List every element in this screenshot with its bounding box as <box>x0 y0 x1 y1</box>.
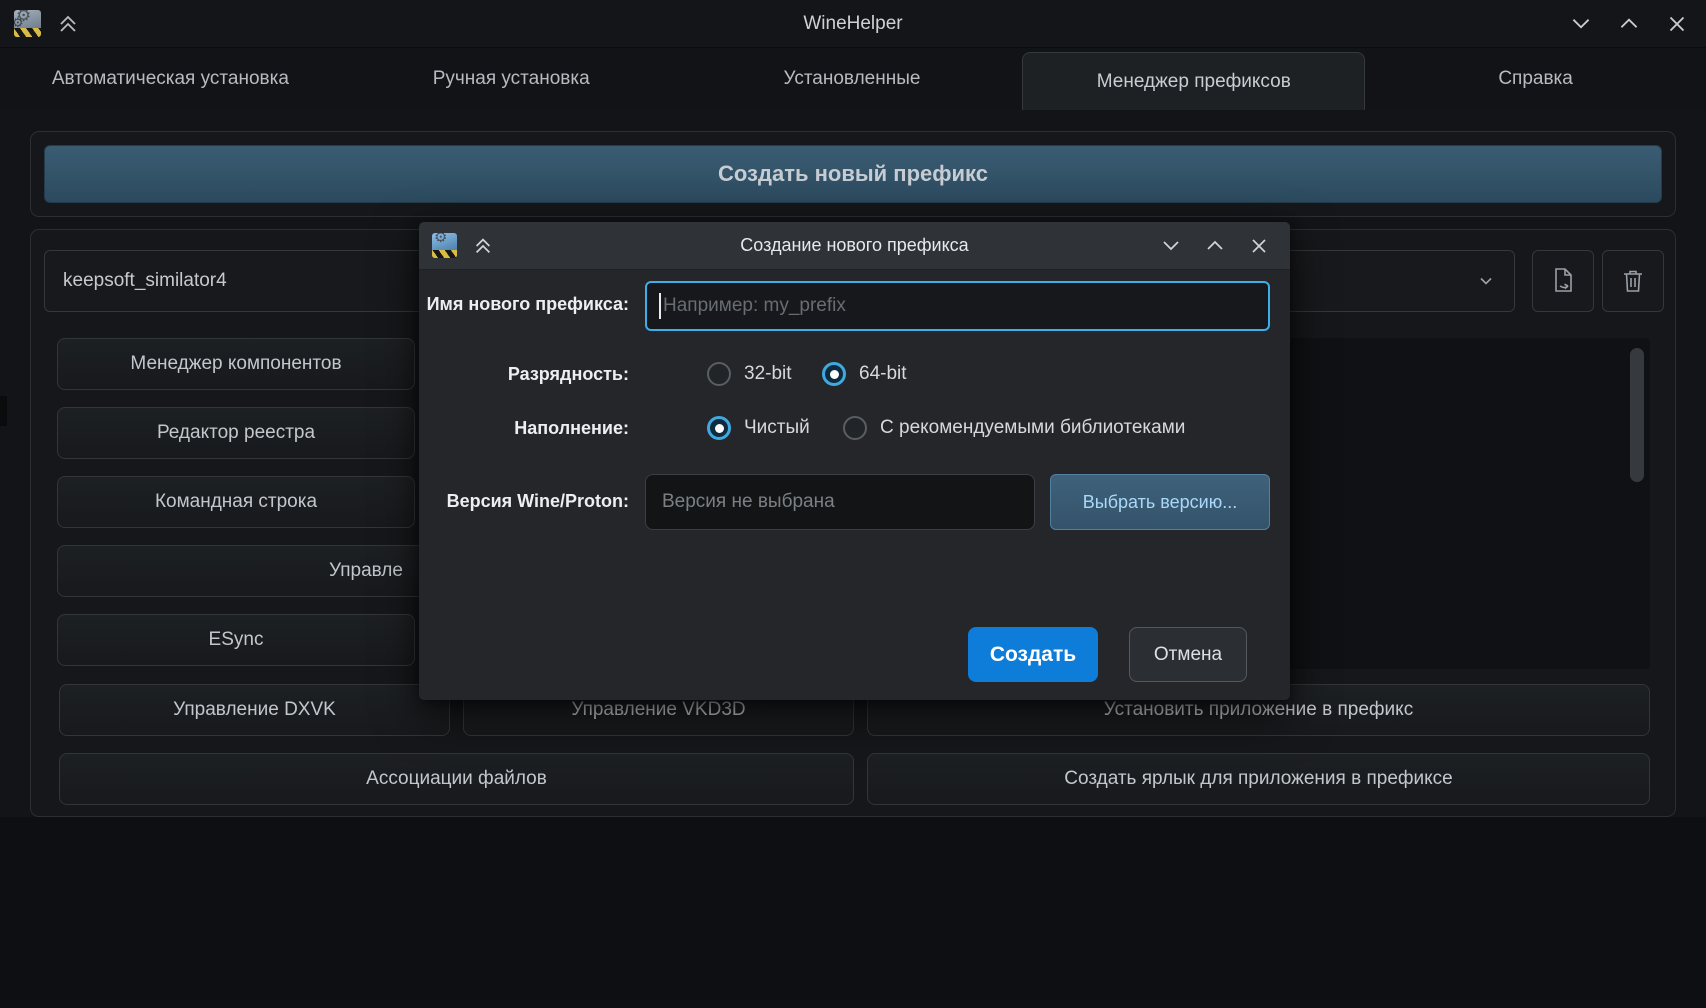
file-associations-button[interactable]: Ассоциации файлов <box>59 753 854 805</box>
scrollbar-thumb[interactable] <box>1630 348 1644 482</box>
trash-icon <box>1618 266 1648 296</box>
prefix-name-label: Имя нового префикса: <box>419 294 629 315</box>
minimize-button[interactable] <box>1568 11 1594 37</box>
lower-background <box>0 817 1706 1008</box>
dialog-keep-above-icon[interactable] <box>470 233 496 259</box>
radio-clean[interactable] <box>707 416 731 440</box>
create-shortcut-button[interactable]: Создать ярлык для приложения в префиксе <box>867 753 1650 805</box>
delete-prefix-button[interactable] <box>1602 250 1664 312</box>
wine-version-value-field[interactable]: Версия не выбрана <box>645 474 1035 530</box>
document-export-icon <box>1547 265 1579 297</box>
app-icon: ⚙ ⚙ <box>14 10 41 37</box>
background-window-sliver <box>0 396 7 426</box>
tab-prefix-manager[interactable]: Менеджер префиксов <box>1022 52 1365 110</box>
tab-bar: Автоматическая установка Ручная установк… <box>0 48 1706 110</box>
radio-32bit-label[interactable]: 32-bit <box>744 363 792 385</box>
radio-32bit[interactable] <box>707 362 731 386</box>
prefix-name-placeholder: Например: my_prefix <box>663 295 846 317</box>
radio-recommended-libs[interactable] <box>843 416 867 440</box>
tab-auto-install[interactable]: Автоматическая установка <box>0 48 341 110</box>
arch-label: Разрядность: <box>419 364 629 385</box>
prefix-name-input[interactable]: Например: my_prefix <box>645 281 1270 331</box>
chevron-down-icon <box>1476 271 1496 291</box>
components-manager-button[interactable]: Менеджер компонентов <box>57 338 415 390</box>
keep-above-icon[interactable] <box>55 11 81 37</box>
choose-version-button[interactable]: Выбрать версию... <box>1050 474 1270 530</box>
radio-recommended-libs-label[interactable]: С рекомендуемыми библиотеками <box>880 417 1185 439</box>
new-prefix-file-button[interactable] <box>1532 250 1594 312</box>
tab-manual-install[interactable]: Ручная установка <box>341 48 682 110</box>
radio-64bit-label[interactable]: 64-bit <box>859 363 907 385</box>
dialog-create-button[interactable]: Создать <box>968 627 1098 682</box>
radio-64bit[interactable] <box>822 362 846 386</box>
maximize-button[interactable] <box>1616 11 1642 37</box>
tab-installed[interactable]: Установленные <box>682 48 1023 110</box>
esync-button[interactable]: ESync <box>57 614 415 666</box>
dialog-body: Имя нового префикса: Например: my_prefix… <box>419 270 1290 700</box>
registry-editor-button[interactable]: Редактор реестра <box>57 407 415 459</box>
dialog-titlebar: ⚙ Создание нового префикса <box>419 222 1290 270</box>
gear-glyph: ⚙ <box>434 233 447 245</box>
fill-label: Наполнение: <box>419 418 629 439</box>
wine-version-label: Версия Wine/Proton: <box>419 491 629 512</box>
dxvk-management-button[interactable]: Управление DXVK <box>59 684 450 736</box>
dialog-app-icon: ⚙ <box>432 233 457 258</box>
window-titlebar: ⚙ ⚙ WineHelper <box>0 0 1706 48</box>
wine-version-value: Версия не выбрана <box>662 491 835 513</box>
hazard-stripes <box>14 28 41 37</box>
create-new-prefix-button[interactable]: Создать новый префикс <box>44 145 1662 203</box>
window-title: WineHelper <box>0 13 1706 35</box>
command-line-button[interactable]: Командная строка <box>57 476 415 528</box>
text-caret <box>659 293 661 319</box>
hazard-stripes <box>432 250 457 258</box>
dialog-maximize-button[interactable] <box>1202 233 1228 259</box>
radio-clean-label[interactable]: Чистый <box>744 417 810 439</box>
create-prefix-dialog: ⚙ Создание нового префикса <box>419 222 1290 700</box>
dialog-close-button[interactable] <box>1246 233 1272 259</box>
prefix-select-value: keepsoft_similator4 <box>63 270 227 292</box>
tab-help[interactable]: Справка <box>1365 48 1706 110</box>
dialog-cancel-button[interactable]: Отмена <box>1129 627 1247 682</box>
close-button[interactable] <box>1664 11 1690 37</box>
dialog-minimize-button[interactable] <box>1158 233 1184 259</box>
